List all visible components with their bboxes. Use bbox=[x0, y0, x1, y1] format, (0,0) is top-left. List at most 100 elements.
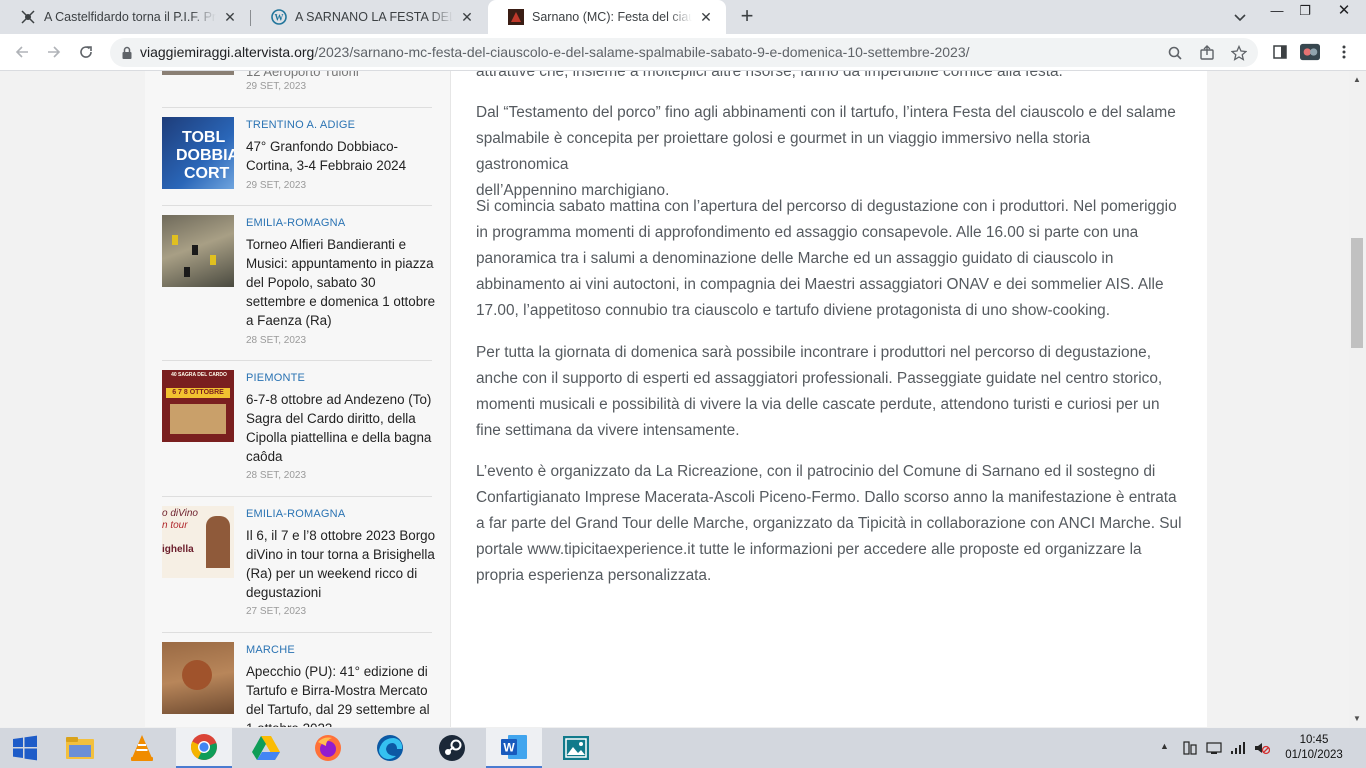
article-paragraph: L’evento è organizzato da La Ricreazione… bbox=[476, 459, 1186, 589]
post-date: 28 SET, 2023 bbox=[246, 470, 307, 481]
scroll-down-arrow-icon[interactable]: ▼ bbox=[1353, 714, 1361, 723]
restore-window-button[interactable]: ❐ bbox=[1290, 0, 1320, 28]
tab-search-chevron-icon[interactable] bbox=[1232, 9, 1248, 25]
show-hidden-icons-chevron-icon[interactable]: ▲ bbox=[1160, 741, 1176, 755]
browser-toolbar: viaggiemiraggi.altervista.org/2023/sarna… bbox=[0, 34, 1366, 71]
post-category[interactable]: PIEMONTE bbox=[246, 372, 305, 384]
thumb-text: o diVino bbox=[162, 508, 198, 519]
firefox-icon[interactable] bbox=[300, 728, 356, 768]
post-divider bbox=[162, 205, 432, 206]
clock[interactable]: 10:45 01/10/2023 bbox=[1284, 733, 1344, 763]
svg-text:W: W bbox=[275, 13, 284, 23]
post-category[interactable]: EMILIA-ROMAGNA bbox=[246, 217, 345, 229]
close-window-button[interactable]: ✕ bbox=[1324, 0, 1364, 28]
paragraph-line: L’evento è organizzato da La Ricreazione… bbox=[476, 463, 1156, 480]
chrome-icon[interactable] bbox=[176, 728, 232, 768]
article-paragraph: Per tutta la giornata di domenica sarà p… bbox=[476, 340, 1186, 444]
paragraph-line: spalmabile è concepita per proiettare go… bbox=[476, 130, 1091, 173]
photos-icon[interactable] bbox=[548, 728, 604, 768]
post-thumbnail[interactable]: 40 SAGRA DEL CARDO 6 7 8 OTTOBRE bbox=[162, 370, 234, 442]
close-tab-icon[interactable]: ✕ bbox=[459, 9, 475, 25]
post-date: 27 SET, 2023 bbox=[246, 606, 307, 617]
post-category[interactable]: TRENTINO A. ADIGE bbox=[246, 119, 355, 131]
browser-menu-icon[interactable] bbox=[1334, 42, 1354, 62]
post-category[interactable]: MARCHE bbox=[246, 644, 295, 656]
forward-arrow-icon[interactable] bbox=[44, 42, 64, 62]
signal-bars-icon[interactable] bbox=[1230, 741, 1246, 755]
minimize-window-button[interactable]: — bbox=[1262, 0, 1292, 28]
reload-icon[interactable] bbox=[76, 42, 96, 62]
edge-icon[interactable] bbox=[362, 728, 418, 768]
vlc-icon[interactable] bbox=[114, 728, 170, 768]
thumb-text: DOBBIA bbox=[176, 147, 234, 164]
partial-post-thumbnail[interactable] bbox=[162, 71, 234, 75]
tab-sarnano-wordpress[interactable]: W A SARNANO LA FESTA DEL CIAUSCOLO ✕ bbox=[251, 0, 487, 34]
sidebar-post[interactable]: EMILIA-ROMAGNA Torneo Alfieri Bandierant… bbox=[162, 215, 435, 346]
post-title[interactable]: Il 6, il 7 e l’8 ottobre 2023 Borgo diVi… bbox=[246, 526, 436, 602]
post-thumbnail[interactable]: o diVino n tour ighella bbox=[162, 506, 234, 578]
sidebar-post[interactable]: 40 SAGRA DEL CARDO 6 7 8 OTTOBRE PIEMONT… bbox=[162, 370, 432, 490]
network-icon[interactable] bbox=[1206, 741, 1222, 755]
post-thumbnail[interactable]: TOBL DOBBIA CORT bbox=[162, 117, 234, 189]
start-button[interactable] bbox=[0, 728, 50, 768]
address-bar[interactable]: viaggiemiraggi.altervista.org/2023/sarna… bbox=[110, 38, 1258, 67]
svg-text:W: W bbox=[503, 741, 515, 755]
post-divider bbox=[162, 496, 432, 497]
bookmark-star-icon[interactable] bbox=[1230, 44, 1248, 62]
tab-castelfidardo[interactable]: A Castelfidardo torna il P.I.F. Premio ✕ bbox=[0, 0, 250, 34]
thumb-text: 6 7 8 OTTOBRE bbox=[166, 388, 230, 398]
post-thumbnail[interactable] bbox=[162, 215, 234, 287]
tab-title: Sarnano (MC): Festa del ciauscolo e del … bbox=[532, 10, 692, 24]
scroll-up-arrow-icon[interactable]: ▲ bbox=[1353, 75, 1361, 84]
profile-avatar[interactable] bbox=[1300, 42, 1320, 62]
article-body: attrattive che, insieme a molteplici alt… bbox=[451, 71, 1207, 727]
partial-post-title[interactable]: 12 Aeroporto Tuloni bbox=[246, 71, 359, 79]
site-favicon-icon bbox=[508, 9, 524, 25]
google-drive-icon[interactable] bbox=[238, 728, 294, 768]
post-thumbnail[interactable] bbox=[162, 642, 234, 714]
clock-time: 10:45 bbox=[1299, 734, 1329, 746]
url-host: viaggiemiraggi.altervista.org bbox=[140, 44, 315, 60]
word-icon[interactable]: W bbox=[486, 728, 542, 768]
paragraph-line: 17.00, l’appetitoso connubio tra ciausco… bbox=[476, 302, 1110, 319]
tab-title: A Castelfidardo torna il P.I.F. Premio bbox=[44, 10, 216, 24]
back-arrow-icon[interactable] bbox=[12, 42, 32, 62]
paragraph-line: panoramica tra i salumi a denominazione … bbox=[476, 250, 1114, 267]
wordpress-icon: W bbox=[271, 9, 287, 25]
tab-bar: A Castelfidardo torna il P.I.F. Premio ✕… bbox=[0, 0, 1366, 34]
post-category[interactable]: EMILIA-ROMAGNA bbox=[246, 508, 345, 520]
post-title[interactable]: Apecchio (PU): 41° edizione di Tartufo e… bbox=[246, 662, 436, 727]
post-title[interactable]: Torneo Alfieri Bandieranti e Musici: app… bbox=[246, 235, 436, 330]
page-scrollbar[interactable]: ▲ ▼ bbox=[1349, 71, 1366, 727]
device-icon[interactable] bbox=[1182, 741, 1198, 755]
page-viewport: 12 Aeroporto Tuloni 29 SET, 2023 TOBL DO… bbox=[0, 71, 1349, 727]
sidebar-post[interactable]: o diVino n tour ighella EMILIA-ROMAGNA I… bbox=[162, 506, 435, 626]
steam-icon[interactable] bbox=[424, 728, 480, 768]
sidebar-post[interactable]: TOBL DOBBIA CORT TRENTINO A. ADIGE 47° G… bbox=[162, 117, 432, 207]
new-tab-button[interactable]: + bbox=[736, 5, 758, 28]
tab-sarnano-active[interactable]: Sarnano (MC): Festa del ciauscolo e del … bbox=[488, 0, 726, 34]
thumb-text: CORT bbox=[184, 165, 230, 182]
article-paragraph: Dal “Testamento del porco” fino agli abb… bbox=[476, 100, 1186, 204]
thumb-text: n tour bbox=[162, 520, 188, 531]
paragraph-line: abbinamento ai vini autoctoni, in compag… bbox=[476, 276, 1164, 293]
file-explorer-icon[interactable] bbox=[52, 728, 108, 768]
sidebar-post[interactable]: MARCHE Apecchio (PU): 41° edizione di Ta… bbox=[162, 642, 432, 727]
thumb-text: 40 SAGRA DEL CARDO bbox=[171, 372, 227, 378]
speaker-muted-icon[interactable] bbox=[1254, 741, 1271, 755]
post-title[interactable]: 6-7-8 ottobre ad Andezeno (To) Sagra del… bbox=[246, 390, 436, 466]
paragraph-line: Confartigianato Imprese Macerata-Ascoli … bbox=[476, 489, 1177, 506]
url-text: viaggiemiraggi.altervista.org/2023/sarna… bbox=[140, 44, 970, 60]
paragraph-line: momenti musicali e possibilità di vivere… bbox=[476, 396, 1160, 413]
paragraph-line: anche con il supporto di esperti ed assa… bbox=[476, 370, 1163, 387]
scrollbar-thumb[interactable] bbox=[1351, 238, 1363, 348]
post-title[interactable]: 47° Granfondo Dobbiaco-Cortina, 3-4 Febb… bbox=[246, 137, 436, 175]
post-divider bbox=[162, 632, 432, 633]
side-panel-icon[interactable] bbox=[1270, 42, 1290, 62]
close-tab-icon[interactable]: ✕ bbox=[222, 9, 238, 25]
paragraph-line: propria esperienza personalizzata. bbox=[476, 567, 712, 584]
lock-icon[interactable] bbox=[118, 44, 136, 62]
close-tab-icon[interactable]: ✕ bbox=[698, 9, 714, 25]
share-icon[interactable] bbox=[1198, 44, 1216, 62]
zoom-search-icon[interactable] bbox=[1166, 44, 1184, 62]
